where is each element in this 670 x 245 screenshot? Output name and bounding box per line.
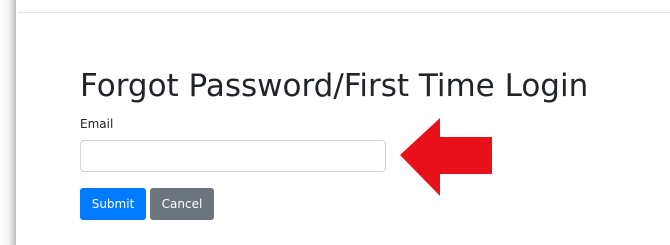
screenshot-stage: Forgot Password/First Time Login Email S… (0, 0, 670, 245)
red-arrow-shape (400, 118, 492, 196)
window-edge-shadow (0, 0, 16, 245)
submit-button[interactable]: Submit (80, 188, 146, 220)
cancel-button[interactable]: Cancel (150, 188, 214, 220)
email-label: Email (80, 117, 114, 131)
frame-top-border (18, 12, 670, 13)
red-arrow-left-icon (400, 118, 492, 196)
email-field[interactable] (80, 140, 386, 172)
page-title: Forgot Password/First Time Login (80, 68, 589, 104)
